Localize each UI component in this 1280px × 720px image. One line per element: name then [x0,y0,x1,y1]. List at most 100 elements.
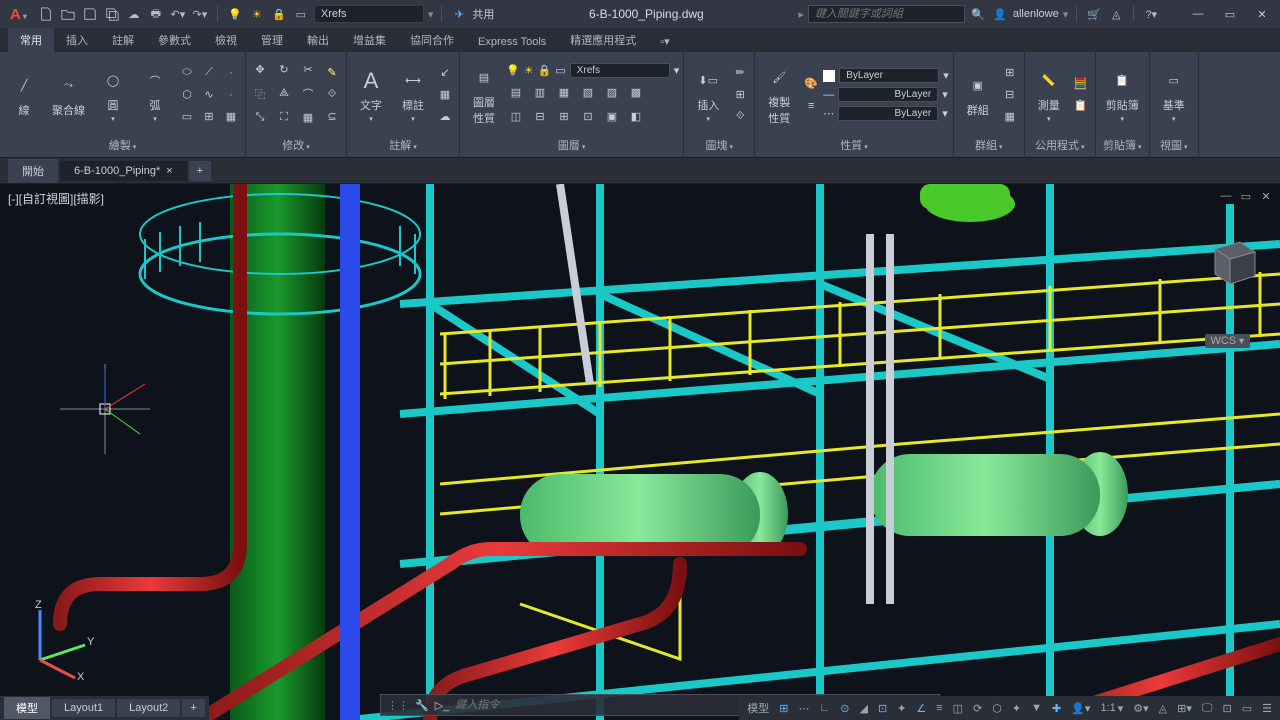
share-label[interactable]: 共用 [472,6,494,22]
panel-clipboard-title[interactable]: 剪貼簿 [1100,135,1145,155]
cloud-icon[interactable]: ☁ [125,5,143,23]
st-otrack-icon[interactable]: ∠ [912,700,930,717]
close-button[interactable]: ✕ [1248,4,1276,24]
st-ortho-icon[interactable]: ∟ [815,700,834,716]
panel-groups-title[interactable]: 群組 [958,135,1020,155]
ucs-icon[interactable]: Z Y X [20,600,100,680]
tab-layout1[interactable]: Layout1 [52,699,115,717]
tab-start[interactable]: 開始 [8,159,58,183]
app-logo[interactable]: A [4,6,33,23]
search-input[interactable] [808,5,965,23]
lock-icon[interactable]: 🔒 [270,5,288,23]
undo-icon[interactable]: ↶▾ [169,5,187,23]
new-tab-button[interactable]: + [189,161,211,181]
ly-11[interactable]: ▣ [602,106,622,126]
measure-button[interactable]: 📏測量▾ [1029,65,1069,125]
tab-manage[interactable]: 管理 [249,28,295,52]
close-tab-icon[interactable]: × [166,165,172,177]
st-cycle-icon[interactable]: ⟳ [969,700,986,717]
cmd-customize-icon[interactable]: 🔧 [415,699,429,712]
leader-icon[interactable]: ↙ [435,63,455,83]
help-icon[interactable]: ?▾ [1142,5,1160,23]
draw-sm-4[interactable]: ⬡ [177,85,197,105]
st-gear-icon[interactable]: ⚙▾ [1129,700,1152,717]
layer-dropdown[interactable]: Xrefs [314,5,424,23]
sun-icon[interactable]: ☀ [248,5,266,23]
st-grid-icon[interactable]: ⊞ [775,700,792,717]
ly-8[interactable]: ⊟ [530,106,550,126]
st-ann-icon[interactable]: ◬ [1155,700,1171,717]
bk-3[interactable]: ⟐ [730,107,750,127]
ut-1[interactable]: 🧮 [1071,74,1091,94]
redo-icon[interactable]: ↷▾ [191,5,209,23]
user-icon[interactable]: 👤 [991,5,1009,23]
st-3d-icon[interactable]: ⬡ [988,700,1006,717]
scale-icon[interactable]: ⛶ [274,108,294,128]
tab-current-file[interactable]: 6-B-1000_Piping*× [60,161,187,181]
offset-icon[interactable]: ⊆ [322,107,342,127]
st-polar-icon[interactable]: ⊙ [836,700,853,717]
tab-insert[interactable]: 插入 [54,28,100,52]
tab-extra-icon[interactable]: ▫▾ [648,31,681,52]
array-icon[interactable]: ▦ [298,108,318,128]
ly-5[interactable]: ▨ [602,82,622,102]
layer-box-icon[interactable]: ▭ [292,5,310,23]
ly-3[interactable]: ▦ [554,82,574,102]
cart-icon[interactable]: 🛒 [1085,5,1103,23]
tab-output[interactable]: 輸出 [295,28,341,52]
viewport-label[interactable]: [-][自訂視圖][描影] [8,190,104,207]
draw-sm-6[interactable]: · [221,85,241,105]
fillet-icon[interactable]: ⌒ [298,84,318,104]
panel-draw-title[interactable]: 繪製 [4,135,241,155]
search-icon[interactable]: 🔍 [969,5,987,23]
cmd-handle-icon[interactable]: ⋮⋮ [387,699,409,712]
lineweight-field[interactable]: ByLayer [838,87,938,102]
current-layer-field[interactable]: Xrefs [570,63,670,78]
panel-annotation-title[interactable]: 註解 [351,135,455,155]
copy-icon[interactable]: ⿻ [250,84,270,104]
bk-2[interactable]: ⊞ [730,85,750,105]
ly-12[interactable]: ◧ [626,106,646,126]
st-lw-icon[interactable]: ≡ [932,700,946,716]
tab-collab[interactable]: 協同合作 [398,28,466,52]
linetype-icon[interactable]: ≡ [801,96,821,116]
tab-express[interactable]: Express Tools [466,32,558,52]
draw-sm-3[interactable]: · [221,63,241,83]
st-custom-icon[interactable]: ☰ [1258,700,1276,717]
apps-icon[interactable]: ◬ [1107,5,1125,23]
color-field[interactable]: ByLayer [839,68,939,83]
tab-view[interactable]: 檢視 [203,28,249,52]
tab-home[interactable]: 常用 [8,28,54,52]
tab-addins[interactable]: 增益集 [341,28,398,52]
arc-button[interactable]: ⌒弧▾ [135,65,175,125]
explode-icon[interactable]: ⟐ [322,85,342,105]
bk-1[interactable]: ✏ [730,63,750,83]
vp-max-icon[interactable]: ▭ [1238,188,1254,204]
gp-3[interactable]: ▦ [1000,107,1020,127]
mirror-icon[interactable]: ⟁ [274,84,294,104]
ly-9[interactable]: ⊞ [554,106,574,126]
st-trans-icon[interactable]: ◫ [949,700,967,717]
layer-lock-icon[interactable]: 🔒 [538,64,552,77]
st-snap-icon[interactable]: ⋯ [794,700,813,717]
tab-annotate[interactable]: 註解 [100,28,146,52]
viewcube[interactable] [1200,234,1260,294]
layer-on-icon[interactable]: 💡 [506,64,520,77]
draw-sm-2[interactable]: ⟋ [199,63,219,83]
minimize-button[interactable]: — [1184,4,1212,24]
tab-layout2[interactable]: Layout2 [117,699,180,717]
gp-1[interactable]: ⊞ [1000,63,1020,83]
cloud-rev-icon[interactable]: ☁ [435,107,455,127]
panel-properties-title[interactable]: 性質 [759,135,949,155]
st-dyn-icon[interactable]: 👤▾ [1067,700,1094,717]
panel-modify-title[interactable]: 修改 [250,135,342,155]
ly-7[interactable]: ◫ [506,106,526,126]
ly-6[interactable]: ▩ [626,82,646,102]
viewbase-button[interactable]: ▭基準▾ [1154,65,1194,125]
panel-utilities-title[interactable]: 公用程式 [1029,135,1091,155]
st-mon-icon[interactable]: 🖵 [1198,700,1217,717]
vp-min-icon[interactable]: — [1218,188,1234,204]
st-qp-icon[interactable]: ✚ [1048,700,1065,717]
st-gizmo2-icon[interactable]: ✦ [1008,700,1025,717]
tab-model[interactable]: 模型 [4,697,50,719]
